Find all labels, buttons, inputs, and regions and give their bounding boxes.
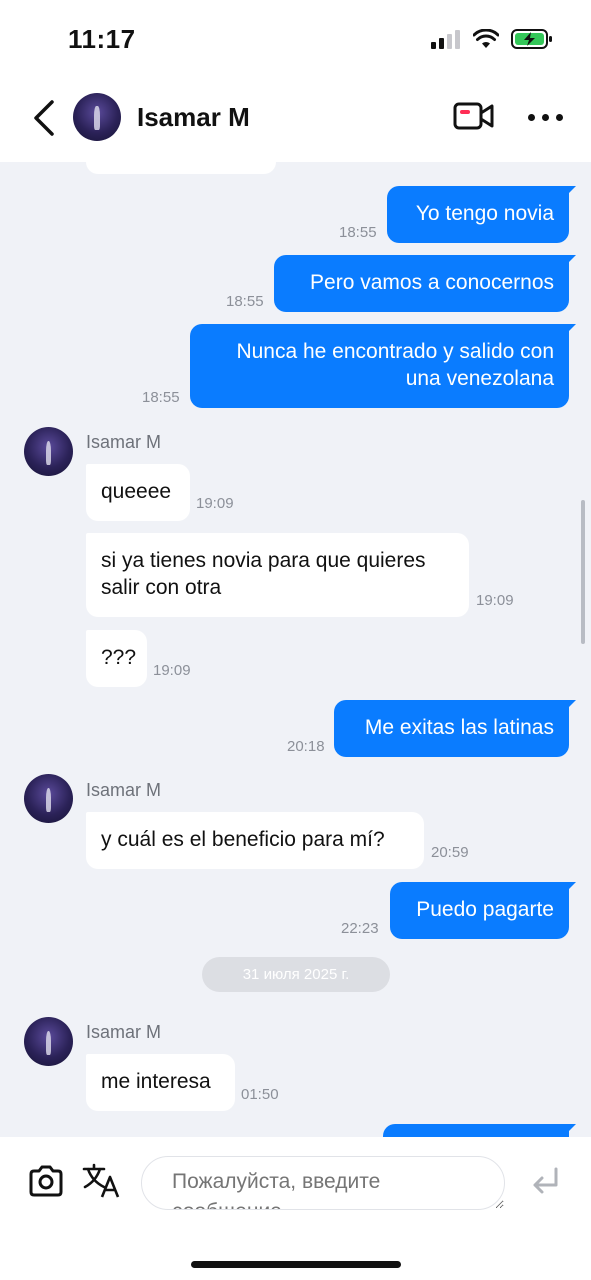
- sender-name: Isamar M: [86, 1022, 162, 1042]
- camera-icon[interactable]: [28, 1165, 64, 1197]
- message-text: ???: [101, 646, 137, 669]
- status-bar: 11:17: [0, 0, 591, 80]
- message-incoming[interactable]: me interesa: [86, 1054, 235, 1111]
- message-time: 20:18: [287, 738, 325, 755]
- message-incoming[interactable]: si ya tienes novia para que quieres sali…: [86, 533, 469, 617]
- signal-icon: [431, 30, 460, 49]
- message-time: 19:09: [153, 662, 191, 679]
- message-outgoing[interactable]: Puedo pagarte: [390, 882, 576, 939]
- message-text-line: una venezolana: [405, 367, 554, 390]
- message-incoming[interactable]: queeee: [86, 464, 190, 521]
- send-return-icon[interactable]: [531, 1167, 559, 1197]
- message-time: 18:55: [142, 389, 180, 406]
- message-text-line: si ya tienes novia para que quieres: [101, 549, 426, 572]
- sender-name: Isamar M: [86, 432, 162, 452]
- message-text-line: Nunca he encontrado y salido con: [236, 340, 554, 363]
- message-outgoing[interactable]: Pero vamos a conocernos: [274, 255, 576, 312]
- translate-icon[interactable]: [82, 1163, 120, 1199]
- message-input[interactable]: [141, 1156, 505, 1210]
- chat-header: Isamar M: [0, 80, 591, 162]
- message-incoming[interactable]: y cuál es el beneficio para mí?: [86, 812, 424, 869]
- message-list[interactable]: Yo tengo novia 18:55 Pero vamos a conoce…: [0, 162, 591, 1137]
- message-text-line: salir con otra: [101, 576, 222, 599]
- message-text: queeee: [101, 480, 172, 503]
- status-icons: [431, 28, 553, 50]
- message-time: 18:55: [339, 224, 377, 241]
- sender-name: Isamar M: [86, 780, 162, 800]
- scrollbar[interactable]: [581, 500, 585, 644]
- message-time: 01:50: [241, 1086, 279, 1103]
- wifi-icon: [473, 29, 499, 48]
- message-text: y cuál es el beneficio para mí?: [101, 828, 385, 851]
- more-icon[interactable]: [528, 114, 563, 121]
- video-call-icon[interactable]: [453, 100, 495, 132]
- message-bubble-partial: [383, 1124, 576, 1137]
- message-time: 18:55: [226, 293, 264, 310]
- message-text: Puedo pagarte: [416, 898, 554, 921]
- contact-avatar[interactable]: [73, 93, 121, 141]
- message-time: 19:09: [196, 495, 234, 512]
- date-divider: 31 июля 2025 г.: [202, 957, 390, 992]
- contact-name[interactable]: Isamar M: [137, 102, 250, 133]
- message-time: 20:59: [431, 844, 469, 861]
- status-time: 11:17: [68, 24, 136, 54]
- home-indicator: [191, 1261, 401, 1268]
- battery-charging-icon: [511, 29, 552, 49]
- message-time: 19:09: [476, 592, 514, 609]
- sender-avatar[interactable]: [24, 774, 73, 823]
- sender-avatar[interactable]: [24, 427, 73, 476]
- chevron-left-icon[interactable]: [28, 98, 62, 138]
- message-time: 22:23: [341, 920, 379, 937]
- message-text: Yo tengo novia: [415, 202, 554, 225]
- message-outgoing[interactable]: Nunca he encontrado y salido con una ven…: [190, 324, 576, 408]
- message-outgoing[interactable]: Yo tengo novia: [387, 186, 576, 243]
- message-text: me interesa: [101, 1070, 211, 1093]
- message-bubble-partial: [86, 162, 276, 174]
- message-incoming[interactable]: ???: [86, 630, 147, 687]
- message-text: Me exitas las latinas: [364, 716, 554, 739]
- input-bar: [0, 1137, 591, 1280]
- message-text: Pero vamos a conocernos: [310, 271, 554, 294]
- message-outgoing[interactable]: Me exitas las latinas: [334, 700, 576, 757]
- sender-avatar[interactable]: [24, 1017, 73, 1066]
